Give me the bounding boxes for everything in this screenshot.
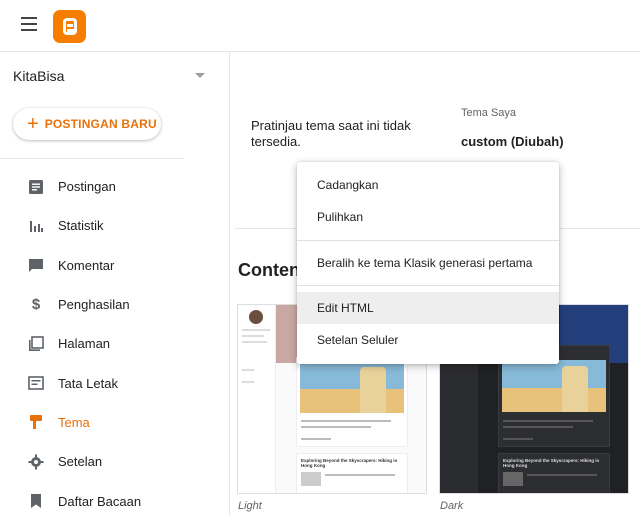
my-theme-label: Tema Saya: [461, 107, 517, 119]
thumbnail-text: [242, 369, 254, 371]
menu-item-backup[interactable]: Cadangkan: [297, 169, 559, 201]
menu-divider: [297, 240, 559, 241]
menu-item-label: Beralih ke tema Klasik generasi pertama: [317, 256, 533, 270]
thumbnail-text: [301, 472, 321, 486]
thumbnail-post-title: Exploring Beyond the Skyscrapers: Hiking…: [301, 458, 398, 468]
thumbnail-post-card: Exploring Beyond the Skyscrapers: Hiking…: [498, 453, 610, 493]
menu-item-mobile-settings[interactable]: Setelan Seluler: [297, 324, 559, 356]
new-post-button[interactable]: + POSTINGAN BARU: [13, 108, 161, 140]
thumbnail-text: [301, 420, 391, 422]
avatar: [249, 310, 263, 324]
hamburger-menu-icon[interactable]: [21, 17, 37, 31]
thumbnail-text: [503, 420, 593, 422]
thumbnail-caption-dark: Dark: [440, 500, 464, 512]
thumbnail-text: [503, 472, 523, 486]
sidebar-item-daftar-bacaan[interactable]: Daftar Bacaan: [0, 481, 229, 520]
thumbnail-text: [242, 335, 264, 337]
menu-item-switch-classic[interactable]: Beralih ke tema Klasik generasi pertama: [297, 247, 559, 279]
sidebar-item-penghasilan[interactable]: $ Penghasilan: [0, 285, 229, 324]
blog-name: KitaBisa: [13, 68, 65, 84]
plus-icon: +: [27, 113, 39, 135]
thumbnail-post-image: [300, 361, 404, 413]
gear-icon: [27, 453, 45, 471]
thumbnail-text: [527, 474, 597, 476]
bookmark-icon: [27, 492, 45, 510]
comment-icon: [27, 256, 45, 274]
sidebar-item-label: Penghasilan: [58, 297, 130, 313]
sidebar-item-label: Postingan: [58, 179, 116, 195]
sidebar-nav: Postingan Statistik Komentar $ Penghasil…: [0, 167, 229, 521]
thumbnail-sidebar: [238, 305, 276, 493]
caret-down-icon: [195, 73, 205, 78]
blogger-logo[interactable]: [53, 10, 86, 43]
top-app-bar: [0, 0, 640, 52]
thumbnail-text: [242, 381, 254, 383]
sidebar-divider: [0, 158, 184, 159]
sidebar-item-halaman[interactable]: Halaman: [0, 324, 229, 363]
sidebar-item-label: Tema: [58, 414, 90, 430]
menu-item-label: Cadangkan: [317, 178, 379, 192]
section-heading: Conten: [238, 260, 300, 280]
menu-item-edit-html[interactable]: Edit HTML: [297, 292, 559, 324]
thumbnail-text: [325, 474, 395, 476]
sidebar-item-label: Daftar Bacaan: [58, 493, 142, 509]
blog-selector[interactable]: KitaBisa: [13, 68, 213, 88]
sidebar-item-komentar[interactable]: Komentar: [0, 246, 229, 285]
sidebar-item-label: Komentar: [58, 257, 115, 273]
menu-divider: [297, 285, 559, 286]
thumbnail-caption-light: Light: [238, 500, 262, 512]
thumbnail-post-image: [502, 360, 606, 412]
new-post-label: POSTINGAN BARU: [44, 117, 157, 131]
menu-item-label: Pulihkan: [317, 210, 364, 224]
sidebar-item-tema[interactable]: Tema: [0, 403, 229, 442]
layout-icon: [27, 374, 45, 392]
thumbnail-text: [503, 426, 573, 428]
thumbnail-text: [503, 438, 533, 440]
thumbnail-text: [242, 329, 270, 331]
thumbnail-text: [301, 426, 371, 428]
pages-icon: [27, 335, 45, 353]
thumbnail-post-card: Exploring Beyond the Skyscrapers: Hiking…: [296, 453, 408, 493]
theme-options-menu: Cadangkan Pulihkan Beralih ke tema Klasi…: [297, 162, 559, 364]
menu-item-label: Edit HTML: [317, 301, 374, 315]
dollar-icon: $: [31, 296, 41, 314]
preview-unavailable-text: Pratinjau tema saat ini tidak tersedia.: [251, 118, 411, 149]
sidebar-item-label: Halaman: [58, 336, 111, 352]
sidebar-item-postingan[interactable]: Postingan: [0, 167, 229, 206]
sidebar-item-statistik[interactable]: Statistik: [0, 206, 229, 245]
thumbnail-post-card: [296, 357, 408, 447]
thumbnail-post-title: Exploring Beyond the Skyscrapers: Hiking…: [503, 458, 600, 468]
sidebar-item-label: Tata Letak: [58, 375, 118, 391]
sidebar: KitaBisa + POSTINGAN BARU Postingan Stat…: [0, 52, 230, 516]
posts-icon: [27, 178, 45, 196]
sidebar-item-setelan[interactable]: Setelan: [0, 442, 229, 481]
sidebar-item-tata-letak[interactable]: Tata Letak: [0, 363, 229, 402]
menu-item-label: Setelan Seluler: [317, 333, 399, 347]
stats-icon: [27, 217, 45, 235]
theme-icon: [27, 413, 45, 431]
sidebar-item-label: Setelan: [58, 454, 103, 470]
my-theme-value: custom (Diubah): [461, 134, 564, 149]
thumbnail-text: [242, 341, 267, 343]
menu-item-restore[interactable]: Pulihkan: [297, 201, 559, 233]
thumbnail-text: [301, 438, 331, 440]
sidebar-item-label: Statistik: [58, 218, 104, 234]
